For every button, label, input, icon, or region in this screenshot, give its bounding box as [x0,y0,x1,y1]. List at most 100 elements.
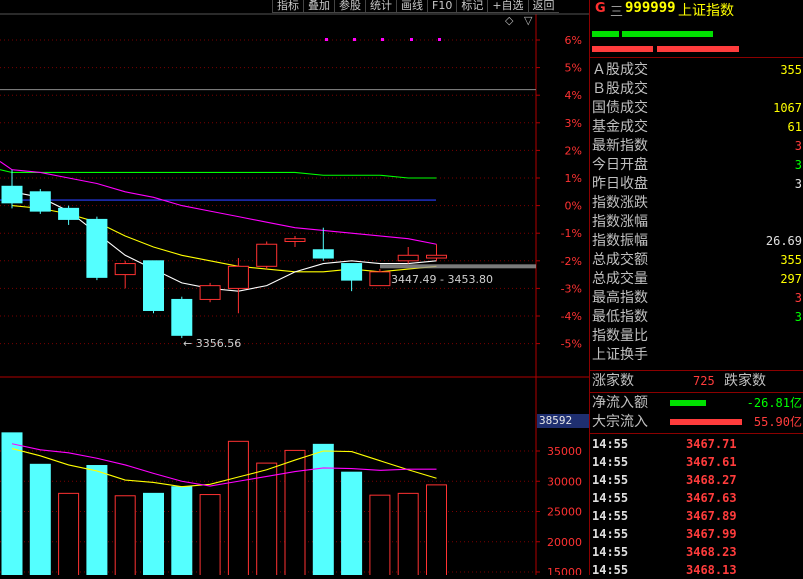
quote-row: 最新指数 3 [590,137,803,156]
volume-bar [312,443,334,575]
y-axis-label: 20000 [547,536,582,549]
quote-row: Ａ股成交 355 [590,61,803,80]
candle-body [143,260,164,311]
indicator-button[interactable]: 指标 [272,0,303,13]
marker-dot [438,38,441,41]
net-inflow-row: 净流入额 -26.81亿 [590,394,803,413]
quote-row: 指数振幅 26.69 [590,232,803,251]
draw-line-button[interactable]: 画线 [396,0,427,13]
low-price-annotation: ← 3356.56 [183,337,241,350]
back-button[interactable]: 返回 [527,0,559,13]
y-axis-label: 30000 [547,475,582,488]
quote-value: 297 [780,272,802,286]
index-code: 999999 [625,0,676,16]
quote-label: 最高指数 [592,290,648,306]
y-axis-label: 4% [565,89,582,102]
tick-row: 14:55 3468.13 [590,561,803,579]
y-axis-label: 6% [565,34,582,47]
quote-label: 最新指数 [592,138,648,154]
tick-row: 14:55 3467.61 [590,453,803,471]
quote-label: 基金成交 [592,119,648,135]
y-axis-label: 2% [565,144,582,157]
quote-label: 指数量比 [592,328,648,344]
quote-row: 指数涨幅 [590,213,803,232]
chart-toolbar: 指标 叠加 参股 统计 画线 F10 标记 +自选 返回 [272,0,589,13]
marker-dot [353,38,356,41]
holdings-button[interactable]: 参股 [334,0,365,13]
volume-bar [256,462,278,575]
volume-bar [86,465,108,575]
tick-row: 14:55 3467.63 [590,489,803,507]
quote-row: 最高指数 3 [590,289,803,308]
tick-time: 14:55 [592,473,629,487]
volume-ratio-bar [592,31,619,37]
tick-price: 3467.61 [686,455,737,469]
volume-bar [369,494,391,575]
y-axis-label: 0% [565,200,582,213]
divider [590,57,803,58]
marker-dot [381,38,384,41]
volume-bar [284,449,306,575]
candle-body [29,191,51,212]
candle-body [369,271,391,287]
y-axis-label: 25000 [547,506,582,519]
menu-icon[interactable]: 三 [610,1,623,20]
y-axis-label: 35000 [547,445,582,458]
quote-row: 指数量比 [590,327,803,346]
tick-price: 3468.23 [686,545,737,559]
quote-value: 61 [787,120,802,134]
marker-dot [410,38,413,41]
tick-time: 14:55 [592,437,629,451]
index-name: 上证指数 [678,3,734,19]
block-inflow-value: 55.90亿 [753,415,802,429]
quote-row: 总成交额 355 [590,251,803,270]
triangle-down-icon[interactable]: ▽ [524,14,532,27]
mark-button[interactable]: 标记 [456,0,488,13]
kline-chart[interactable]: 6% 5% 4% 3% 2% 1% 0% -1% -2% -3% -4% -5% ← 3356.56 34… [0,0,589,575]
quote-label: Ｂ股成交 [592,81,648,97]
candle-body [171,298,193,336]
tick-price: 3468.13 [686,563,737,577]
add-watchlist-button[interactable]: +自选 [487,0,528,13]
block-inflow-bar [670,419,742,425]
candle-body [312,249,334,259]
volume-ratio-bar [592,46,653,52]
candle-body [114,263,136,276]
quote-row: 总成交量 297 [590,270,803,289]
tick-row: 14:55 3468.27 [590,471,803,489]
candle-body [58,207,80,220]
block-inflow-label: 大宗流入 [592,414,648,430]
statistics-button[interactable]: 统计 [365,0,396,13]
net-inflow-label: 净流入额 [592,395,648,411]
tick-price: 3468.27 [686,473,737,487]
quote-label: 指数涨跌 [592,195,648,211]
candle-body [86,218,108,278]
tick-time: 14:55 [592,545,629,559]
y-axis-label: 1% [565,172,582,185]
quote-row: 基金成交 61 [590,118,803,137]
quote-value: 3 [794,177,802,191]
quote-label: 上证换手 [592,347,648,363]
quote-value: 3 [794,310,802,324]
candle-body [397,254,419,262]
volume-bar [143,492,164,575]
candle-body [341,263,363,281]
divider [590,392,803,393]
overlay-button[interactable]: 叠加 [303,0,334,13]
candle-body [227,265,249,289]
volume-bar [171,486,193,575]
diamond-icon[interactable]: ◇ [505,14,513,27]
tick-time: 14:55 [592,563,629,577]
tick-row: 14:55 3468.23 [590,543,803,561]
quote-label: 国债成交 [592,100,648,116]
f10-button[interactable]: F10 [427,0,457,13]
tick-time: 14:55 [592,527,629,541]
quote-label: 今日开盘 [592,157,648,173]
y-axis-label: 5% [565,62,582,75]
tick-time: 14:55 [592,455,629,469]
range-annotation: 3447.49 - 3453.80 [391,273,493,286]
quote-label: 最低指数 [592,309,648,325]
quote-value: 3 [794,139,802,153]
candle-body [1,185,23,204]
advance-label: 涨家数 [592,373,634,389]
